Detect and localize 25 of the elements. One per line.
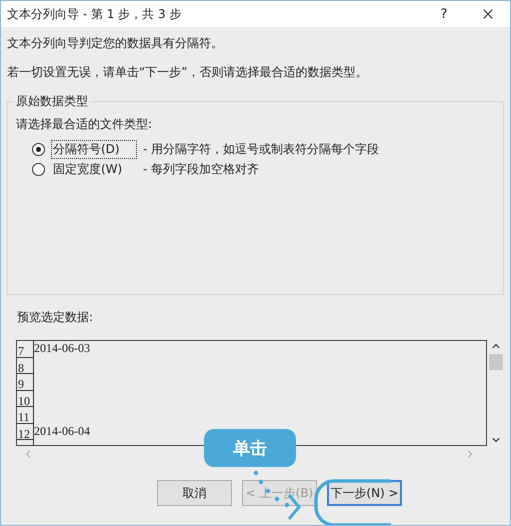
radio-label[interactable]: 分隔符号(D): [51, 140, 137, 158]
row-value: 2014-06-03: [34, 341, 90, 357]
callout-bubble: 单击: [204, 429, 296, 467]
dialog-button[interactable]: 下一步(N) >: [327, 480, 402, 506]
radio-label[interactable]: 固定宽度(W): [51, 160, 137, 178]
radio-button[interactable]: [32, 162, 45, 176]
row-number: 9: [17, 374, 34, 390]
row-number: 10: [17, 390, 34, 407]
scroll-thumb[interactable]: [488, 354, 502, 370]
help-button[interactable]: ?: [424, 6, 464, 22]
row-value: 2014-06-04: [34, 424, 90, 440]
preview-label: 预览选定数据:: [17, 309, 94, 326]
row-number: 8: [17, 358, 34, 374]
window-title: 文本分列向导 - 第 1 步，共 3 步: [7, 6, 182, 22]
prompt-text: 请选择最合适的文件类型:: [16, 116, 154, 133]
option-description: - 用分隔字符，如逗号或制表符分隔每个字段: [143, 140, 380, 158]
instruction-text: 若一切设置无误，请单击“下一步”，否则请选择最合适的数据类型。: [7, 64, 368, 81]
dialog-button[interactable]: 取消: [157, 480, 232, 506]
group-title: 原始数据类型: [15, 93, 89, 110]
row-number: 12: [17, 424, 34, 440]
row-number: 7: [17, 341, 34, 358]
option-description: - 每列字段加空格对齐: [143, 160, 260, 178]
instruction-text: 文本分列向导判定您的数据具有分隔符。: [7, 35, 224, 52]
radio-button[interactable]: [32, 142, 45, 156]
row-number: 11: [17, 407, 34, 424]
